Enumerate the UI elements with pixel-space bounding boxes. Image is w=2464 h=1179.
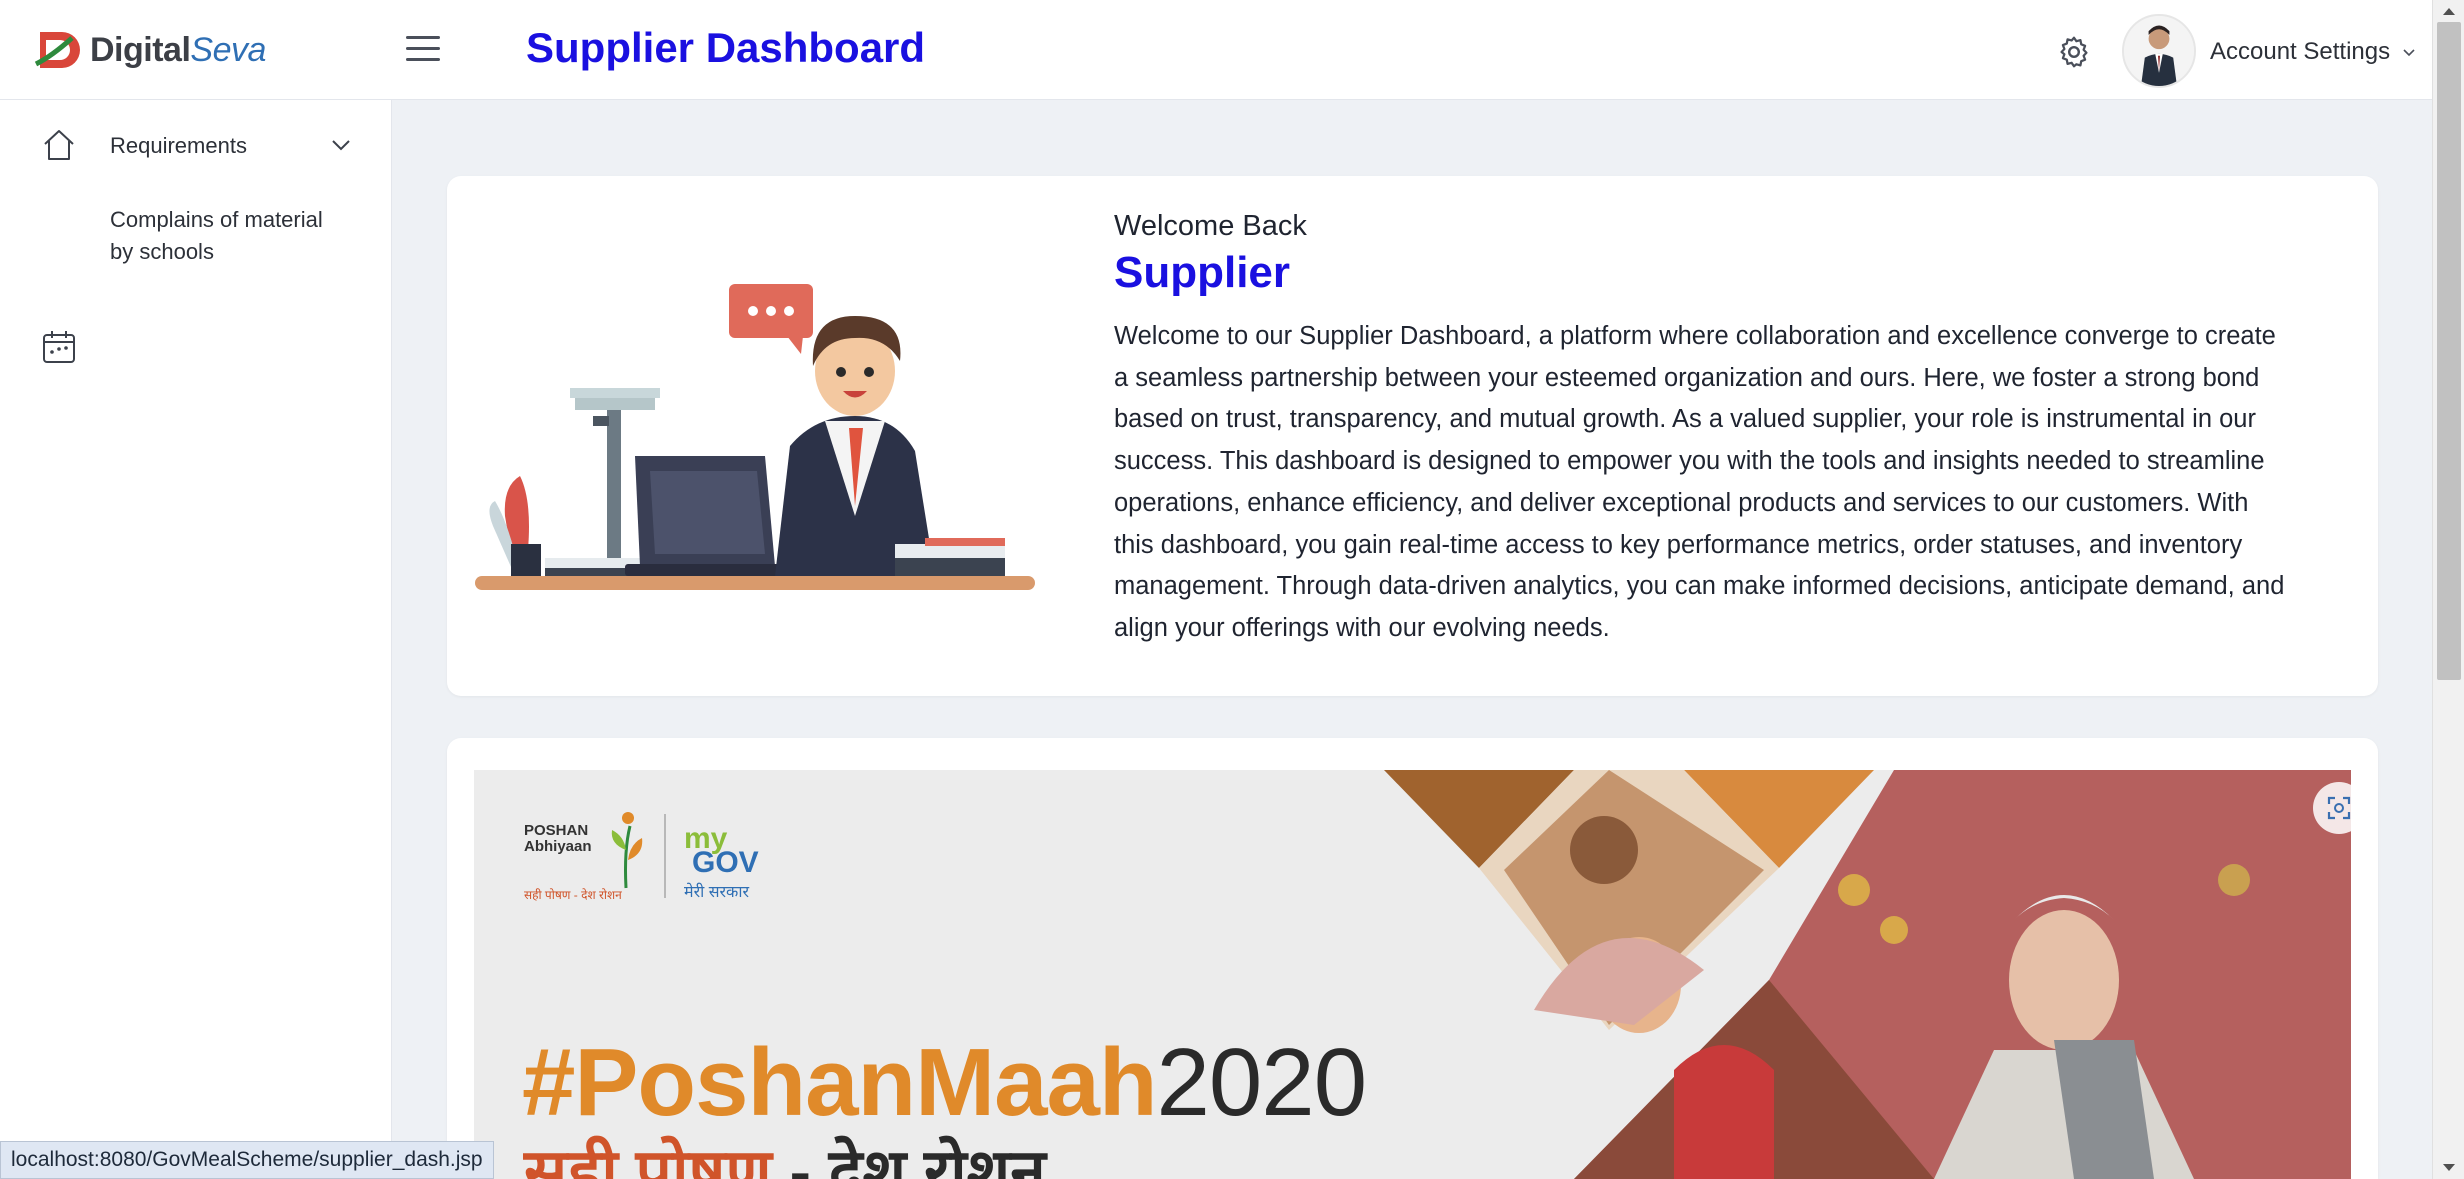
scan-icon: [2327, 796, 2351, 820]
user-avatar-icon: [2124, 16, 2194, 86]
banner-photo-collage: [1374, 770, 2351, 1179]
poshan-abhiyaan-logo: POSHAN Abhiyaan सही पोषण - देश रोशन my G…: [524, 810, 784, 910]
account-settings-menu[interactable]: Account Settings: [2210, 38, 2416, 66]
sidebar-item-label: Requirements: [110, 133, 247, 158]
digital-seva-logo-icon: [34, 32, 80, 68]
banner-subtitle: सही पोषण - देश रोशन: [524, 1136, 1046, 1179]
sidebar-item-label: Complains of material by schools: [110, 207, 323, 264]
page-title: Supplier Dashboard: [526, 24, 926, 71]
poshan-leaf-icon: [611, 812, 643, 889]
banner-headline: #PoshanMaah2020: [522, 1029, 1367, 1136]
welcome-card: Welcome Back Supplier Welcome to our Sup…: [447, 176, 2378, 696]
brand-logo[interactable]: DigitalSeva: [32, 26, 266, 74]
welcome-role-title: Supplier: [1114, 248, 1291, 297]
link-status-bar: localhost:8080/GovMealScheme/supplier_da…: [0, 1141, 494, 1179]
page-scrollbar[interactable]: [2432, 0, 2464, 1179]
poshan-maah-banner: POSHAN Abhiyaan सही पोषण - देश रोशन my G…: [474, 770, 2351, 1179]
sidebar: Requirements Complains of material by sc…: [0, 100, 392, 1179]
avatar[interactable]: [2122, 14, 2196, 88]
scroll-up-icon[interactable]: [2441, 4, 2457, 18]
sidebar-item-requirements[interactable]: Requirements: [0, 126, 392, 166]
welcome-greeting: Welcome Back: [1114, 210, 1307, 242]
banner-card: POSHAN Abhiyaan सही पोषण - देश रोशन my G…: [447, 738, 2378, 1179]
sidebar-item-complains[interactable]: Complains of material by schools: [0, 204, 392, 363]
chevron-down-icon[interactable]: [330, 134, 352, 156]
account-settings-label: Account Settings: [2210, 38, 2391, 65]
top-bar: DigitalSeva Supplier Dashboard Account S…: [0, 0, 2432, 100]
menu-icon[interactable]: [406, 36, 440, 62]
chevron-down-icon: [2403, 49, 2415, 57]
brand-name: DigitalSeva: [90, 30, 266, 69]
gear-icon[interactable]: [2056, 34, 2092, 70]
home-icon: [44, 130, 74, 160]
supplier-illustration: [475, 284, 1035, 590]
scroll-down-icon[interactable]: [2441, 1161, 2457, 1175]
scrollbar-thumb[interactable]: [2437, 22, 2461, 680]
welcome-description: Welcome to our Supplier Dashboard, a pla…: [1114, 322, 2285, 642]
calendar-icon: [43, 331, 75, 363]
scan-image-button[interactable]: [2313, 782, 2351, 834]
